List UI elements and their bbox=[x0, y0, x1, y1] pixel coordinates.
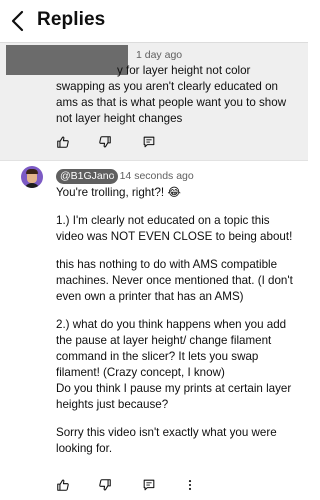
avatar[interactable] bbox=[21, 166, 43, 188]
comment-text-line: swapping as you aren't clearly educated … bbox=[56, 80, 278, 93]
comment-text-line: video was NOT EVEN CLOSE to being about! bbox=[56, 230, 293, 243]
like-icon[interactable] bbox=[56, 478, 70, 492]
comment-text-line: this has nothing to do with AMS compatib… bbox=[56, 258, 278, 271]
comment-time: • 14 seconds ago bbox=[113, 170, 194, 182]
comment-text-line: ams as that is what people want you to s… bbox=[56, 96, 287, 109]
comment-text-line: You're trolling, right?! 😂 bbox=[56, 186, 181, 199]
comment-text-line: heights just because? bbox=[56, 398, 169, 411]
reply-comment: @B1GJano • 14 seconds ago You're trollin… bbox=[0, 160, 308, 500]
comment-text-line: y for layer height not color bbox=[117, 64, 251, 77]
reply-icon[interactable] bbox=[142, 135, 156, 149]
dislike-icon[interactable] bbox=[98, 478, 112, 492]
comment-time: 1 day ago bbox=[136, 49, 183, 61]
reply-icon[interactable] bbox=[142, 478, 156, 492]
comment-text-line: machines. Never once mentioned that. (I … bbox=[56, 274, 293, 287]
comment-text-line: Sorry this video isn't exactly what you … bbox=[56, 426, 277, 439]
comment-text-line: command in the slicer? It lets you swap bbox=[56, 350, 259, 363]
parent-comment: 1 day ago y for layer height not color s… bbox=[0, 42, 308, 160]
page-title: Replies bbox=[37, 9, 106, 30]
comment-actions bbox=[56, 478, 256, 494]
dislike-icon[interactable] bbox=[98, 135, 112, 149]
comment-text-line: Do you think I pause my prints at certai… bbox=[56, 382, 292, 395]
comment-text-line: looking for. bbox=[56, 442, 113, 455]
comment-text-line: filament! (Crazy concept, I know) bbox=[56, 366, 225, 379]
comment-text-line: not layer height changes bbox=[56, 112, 183, 125]
comment-text-line: 2.) what do you think happens when you a… bbox=[56, 318, 287, 331]
comment-text-line: 1.) I'm clearly not educated on a topic … bbox=[56, 214, 270, 227]
comment-body: You're trolling, right?! 😂 1.) I'm clear… bbox=[56, 185, 306, 457]
redacted-author bbox=[6, 45, 128, 75]
header-bar: Replies bbox=[0, 0, 308, 42]
author-handle-badge[interactable]: @B1GJano bbox=[56, 169, 119, 184]
back-arrow-icon[interactable] bbox=[8, 9, 30, 33]
comment-text-line: even own a printer that has an AMS) bbox=[56, 290, 244, 303]
comment-text-line: the pause at layer height/ change filame… bbox=[56, 334, 272, 347]
more-options-icon[interactable] bbox=[183, 478, 197, 492]
like-icon[interactable] bbox=[56, 135, 70, 149]
comment-actions bbox=[56, 135, 256, 151]
